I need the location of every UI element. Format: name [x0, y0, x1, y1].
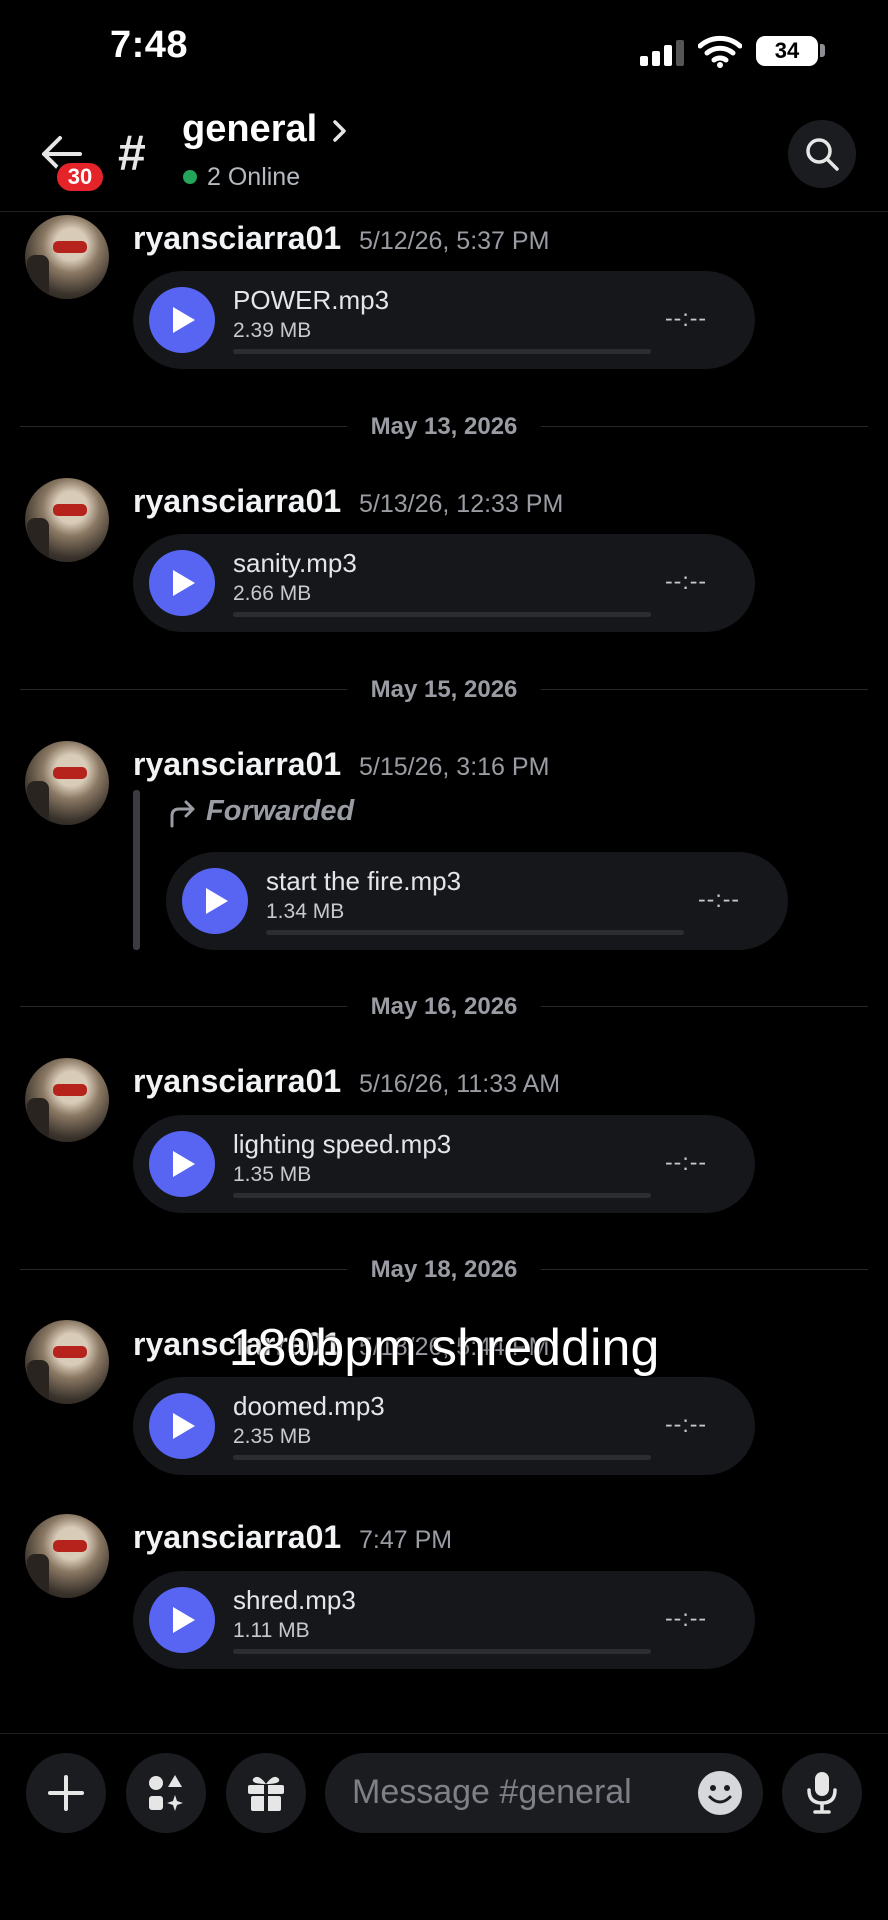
cellular-signal-icon	[640, 40, 684, 66]
audio-progress-bar[interactable]	[233, 1649, 651, 1654]
username[interactable]: ryansciarra01	[133, 483, 341, 520]
voice-message-button[interactable]	[782, 1753, 862, 1833]
audio-file-name[interactable]: shred.mp3	[233, 1585, 356, 1616]
play-icon	[173, 1607, 195, 1633]
search-button[interactable]	[788, 120, 856, 188]
audio-file-size: 1.34 MB	[266, 900, 345, 923]
channel-hash-icon: #	[118, 125, 146, 181]
audio-attachment: doomed.mp3 2.35 MB --:--	[133, 1377, 755, 1475]
audio-progress-bar[interactable]	[233, 612, 651, 617]
avatar[interactable]	[25, 1058, 109, 1142]
play-button[interactable]	[149, 287, 215, 353]
message-timestamp: 5/12/26, 5:37 PM	[359, 227, 550, 255]
audio-duration: --:--	[665, 1605, 708, 1631]
add-attachment-button[interactable]	[26, 1753, 106, 1833]
message-timestamp: 5/15/26, 3:16 PM	[359, 753, 550, 781]
message-timestamp: 7:47 PM	[359, 1526, 453, 1554]
username[interactable]: ryansciarra01	[133, 1519, 341, 1556]
date-divider-label: May 13, 2026	[370, 413, 518, 440]
play-button[interactable]	[149, 550, 215, 616]
audio-duration: --:--	[665, 305, 708, 331]
audio-duration: --:--	[665, 1411, 708, 1437]
audio-duration: --:--	[665, 568, 708, 594]
message-timestamp: 5/16/26, 11:33 AM	[359, 1070, 561, 1098]
play-button[interactable]	[149, 1393, 215, 1459]
audio-file-size: 1.11 MB	[233, 1619, 310, 1642]
audio-duration: --:--	[665, 1149, 708, 1175]
overlay-caption: 180bpm shredding	[228, 1319, 660, 1377]
audio-duration: --:--	[698, 886, 741, 912]
avatar[interactable]	[25, 478, 109, 562]
audio-file-name[interactable]: POWER.mp3	[233, 285, 389, 316]
audio-progress-bar[interactable]	[233, 1455, 651, 1460]
avatar[interactable]	[25, 1514, 109, 1598]
composer-divider	[0, 1733, 888, 1734]
forward-quote-bar	[133, 790, 140, 950]
plus-icon	[48, 1775, 84, 1811]
message-timestamp: 5/13/26, 12:33 PM	[359, 490, 564, 518]
audio-file-name[interactable]: lighting speed.mp3	[233, 1129, 451, 1160]
emoji-icon	[708, 1785, 732, 1804]
play-button[interactable]	[149, 1587, 215, 1653]
chevron-right-icon[interactable]	[330, 114, 350, 153]
online-status-dot	[183, 170, 197, 184]
forwarded-label: Forwarded	[206, 795, 355, 827]
battery-indicator: 34	[756, 36, 818, 66]
date-divider-label: May 15, 2026	[370, 676, 518, 703]
header-divider	[0, 211, 888, 212]
play-icon	[173, 1151, 195, 1177]
battery-tip	[820, 44, 825, 57]
audio-progress-bar[interactable]	[233, 349, 651, 354]
channel-name[interactable]: general	[182, 108, 317, 151]
gift-button[interactable]	[226, 1753, 306, 1833]
audio-progress-bar[interactable]	[233, 1193, 651, 1198]
audio-attachment: POWER.mp3 2.39 MB --:--	[133, 271, 755, 369]
audio-file-size: 2.35 MB	[233, 1425, 312, 1448]
play-icon	[173, 570, 195, 596]
date-divider-label: May 18, 2026	[370, 1256, 518, 1283]
microphone-icon	[807, 1772, 837, 1814]
play-icon	[206, 888, 228, 914]
apps-button[interactable]	[126, 1753, 206, 1833]
status-time: 7:48	[110, 24, 189, 66]
wifi-icon	[697, 34, 743, 73]
date-divider-label: May 16, 2026	[370, 993, 518, 1020]
audio-file-name[interactable]: start the fire.mp3	[266, 866, 461, 897]
emoji-button[interactable]	[698, 1771, 742, 1815]
play-button[interactable]	[149, 1131, 215, 1197]
play-button[interactable]	[182, 868, 248, 934]
battery-level: 34	[774, 38, 800, 63]
avatar[interactable]	[25, 215, 109, 299]
unread-badge: 30	[54, 160, 106, 194]
audio-attachment: shred.mp3 1.11 MB --:--	[133, 1571, 755, 1669]
audio-file-size: 2.66 MB	[233, 582, 312, 605]
search-icon	[806, 138, 839, 171]
audio-file-name[interactable]: doomed.mp3	[233, 1391, 385, 1422]
message-input-placeholder: Message #general	[352, 1773, 632, 1811]
audio-file-size: 1.35 MB	[233, 1163, 312, 1186]
audio-file-name[interactable]: sanity.mp3	[233, 548, 357, 579]
apps-icon	[149, 1775, 183, 1811]
gift-icon	[248, 1776, 284, 1811]
forward-arrow-icon	[168, 798, 198, 833]
audio-file-size: 2.39 MB	[233, 319, 312, 342]
play-icon	[173, 307, 195, 333]
audio-attachment: start the fire.mp3 1.34 MB --:--	[166, 852, 788, 950]
username[interactable]: ryansciarra01	[133, 1063, 341, 1100]
audio-progress-bar[interactable]	[266, 930, 684, 935]
audio-attachment: sanity.mp3 2.66 MB --:--	[133, 534, 755, 632]
audio-attachment: lighting speed.mp3 1.35 MB --:--	[133, 1115, 755, 1213]
online-count: 2 Online	[207, 163, 301, 191]
message-input[interactable]: Message #general	[325, 1753, 763, 1833]
username[interactable]: ryansciarra01	[133, 746, 341, 783]
play-icon	[173, 1413, 195, 1439]
username[interactable]: ryansciarra01	[133, 220, 341, 257]
avatar[interactable]	[25, 741, 109, 825]
